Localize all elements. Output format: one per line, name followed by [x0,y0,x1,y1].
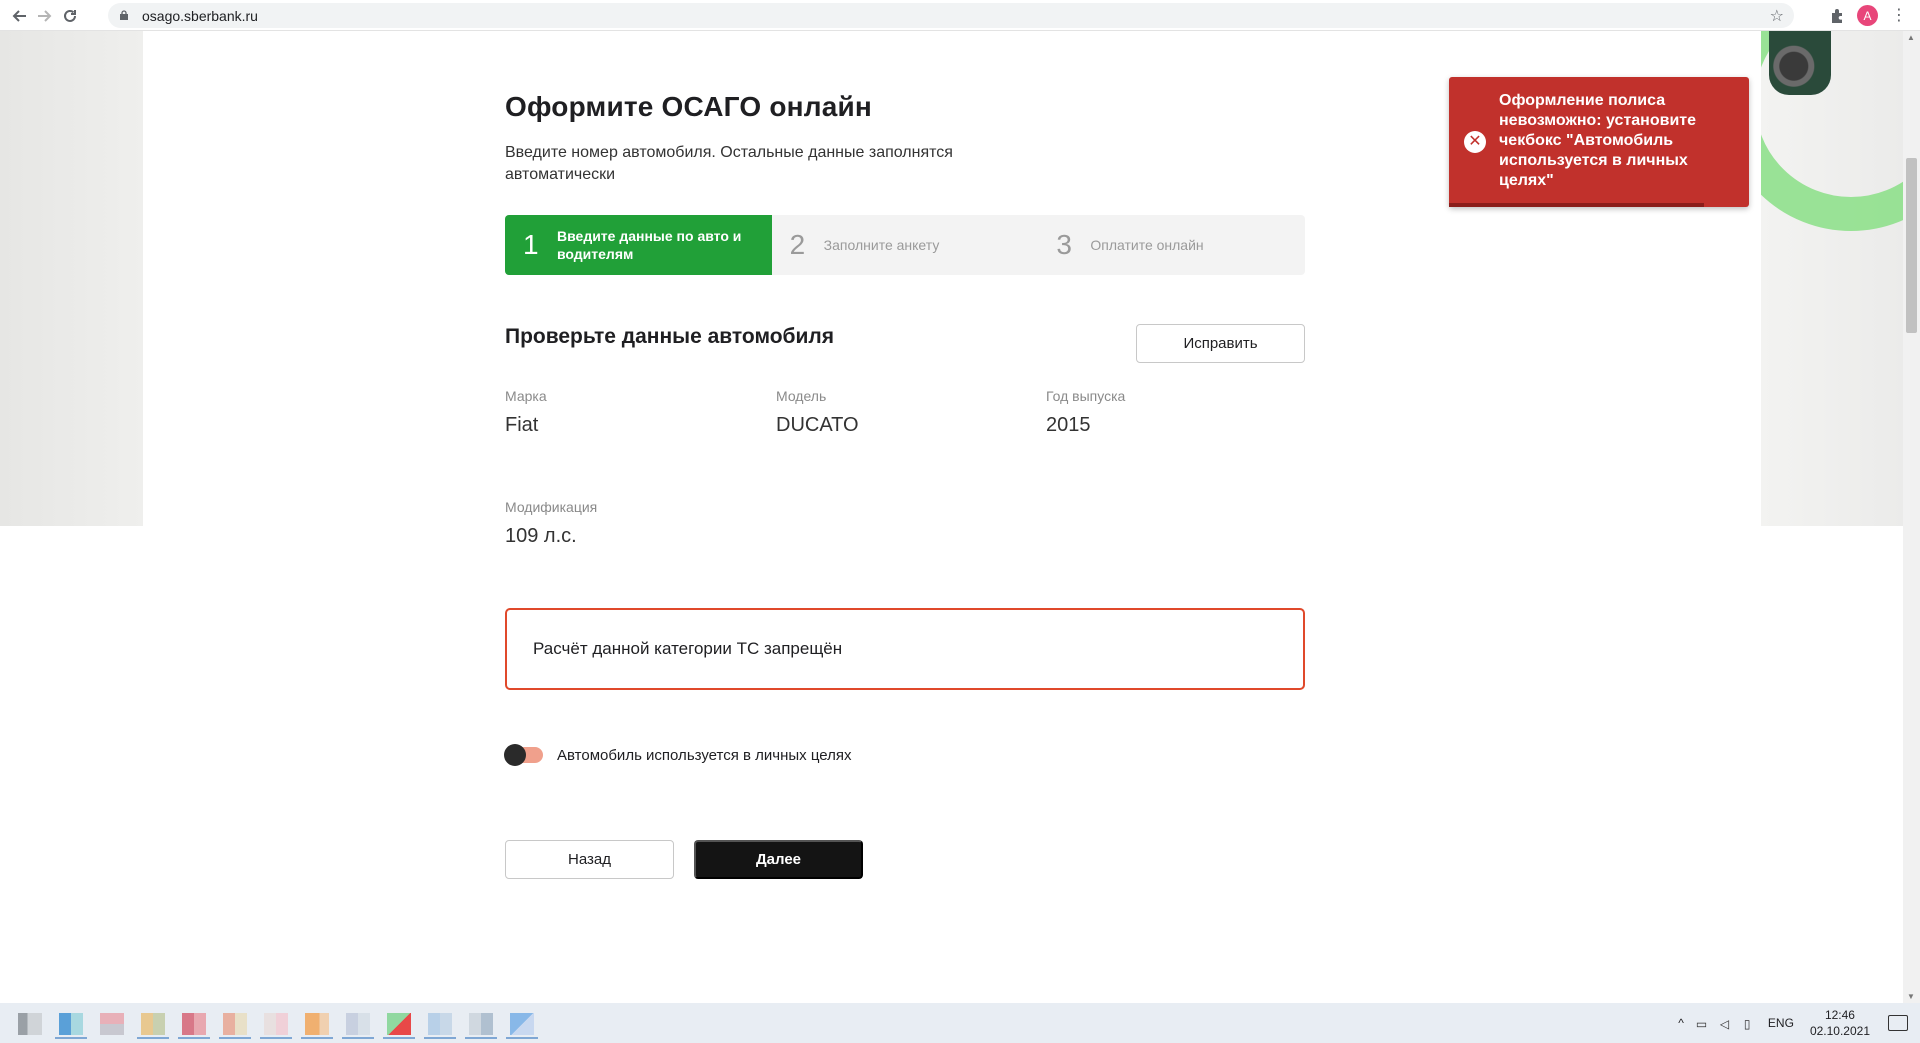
reload-icon[interactable] [58,4,82,28]
step-2-label: Заполните анкету [823,237,940,253]
system-tray: ^ ▭ ◁ ▯ ENG 12:46 02.10.2021 [1678,1003,1920,1043]
page-title: Оформите ОСАГО онлайн [505,91,873,122]
taskbar-app[interactable] [256,1007,296,1039]
modification-field: Модификация 109 л.с. [505,499,597,548]
toast-message: Оформление полиса невозможно: установите… [1499,92,1697,189]
taskbar-app[interactable] [338,1007,378,1039]
personal-use-row: Автомобиль используется в личных целях [504,743,851,767]
page-viewport: Оформите ОСАГО онлайн Введите номер авто… [0,31,1903,1003]
address-bar[interactable]: osago.sberbank.ru ☆ [108,3,1794,28]
taskbar-apps [10,1007,543,1039]
step-1: 1 Введите данные по авто и водителям [505,215,772,275]
progress-steps: 1 Введите данные по авто и водителям 2 З… [505,215,1305,275]
year-label: Год выпуска [1046,388,1126,404]
next-button[interactable]: Далее [694,840,863,879]
back-button[interactable]: Назад [505,840,674,879]
taskbar-app[interactable] [502,1007,542,1039]
url-text: osago.sberbank.ru [142,8,258,24]
clock[interactable]: 12:46 02.10.2021 [1810,1007,1870,1039]
clock-date: 02.10.2021 [1809,1024,1870,1038]
network-icon[interactable]: ▭ [1696,1017,1710,1031]
step-3-number: 3 [1056,229,1072,260]
scroll-up-arrow-icon[interactable]: ▲ [1907,33,1915,42]
year-field: Год выпуска 2015 [1046,388,1125,437]
background-left [0,31,143,526]
modification-label: Модификация [505,499,598,515]
taskbar-app[interactable] [51,1007,91,1039]
taskbar-app[interactable] [461,1007,501,1039]
step-2: 2 Заполните анкету [772,215,1039,275]
page-subtitle: Введите номер автомобиля. Остальные данн… [505,144,953,183]
taskbar-app[interactable] [92,1007,132,1039]
brand-value: Fiat [505,414,539,436]
car-image [1769,31,1831,95]
forward-arrow-icon[interactable] [32,4,56,28]
back-arrow-icon[interactable] [8,4,32,28]
error-toast[interactable]: ✕ Оформление полиса невозможно: установи… [1449,77,1749,207]
background-right-promo [1761,31,1903,526]
profile-avatar[interactable]: A [1857,5,1878,26]
taskbar-app[interactable] [420,1007,460,1039]
toast-progress-bar [1449,203,1704,207]
language-indicator[interactable]: ENG [1768,1016,1794,1030]
taskbar-app[interactable] [133,1007,173,1039]
taskbar-app[interactable] [215,1007,255,1039]
error-message-box: Расчёт данной категории ТС запрещён [505,608,1305,690]
tray-chevron-icon[interactable]: ^ [1678,1016,1684,1030]
edit-button[interactable]: Исправить [1136,324,1305,363]
step-1-label: Введите данные по авто и водителям [557,228,742,262]
battery-icon[interactable]: ▯ [1744,1017,1758,1031]
model-field: Модель DUCATO [776,388,859,437]
bookmark-star-icon[interactable]: ☆ [1770,6,1784,26]
page-scrollbar[interactable]: ▲ ▼ [1903,31,1920,1003]
step-3: 3 Оплатите онлайн [1038,215,1305,275]
year-value: 2015 [1046,414,1091,436]
personal-use-label[interactable]: Автомобиль используется в личных целях [557,747,851,764]
brand-label: Марка [505,388,547,404]
scrollbar-thumb[interactable] [1906,158,1917,333]
taskbar-app[interactable] [10,1007,50,1039]
personal-use-toggle[interactable] [504,744,543,766]
clock-time: 12:46 [1824,1008,1855,1022]
windows-taskbar: ^ ▭ ◁ ▯ ENG 12:46 02.10.2021 [0,1003,1920,1043]
extensions-puzzle-icon[interactable] [1826,4,1850,28]
step-2-number: 2 [789,229,806,260]
brand-field: Марка Fiat [505,388,547,437]
browser-toolbar: osago.sberbank.ru ☆ A ⋮ [0,0,1920,31]
toggle-knob [504,744,526,766]
taskbar-app[interactable] [297,1007,337,1039]
model-value: DUCATO [776,414,859,436]
browser-menu-icon[interactable]: ⋮ [1891,5,1907,27]
volume-icon[interactable]: ◁ [1720,1017,1734,1031]
section-title: Проверьте данные автомобиля [505,325,835,348]
step-1-number: 1 [523,229,539,260]
modification-value: 109 л.с. [505,525,577,547]
lock-icon [120,10,128,20]
taskbar-app[interactable] [174,1007,214,1039]
taskbar-app[interactable] [379,1007,419,1039]
model-label: Модель [776,388,827,404]
step-3-label: Оплатите онлайн [1090,237,1204,253]
error-x-icon: ✕ [1464,131,1486,153]
scroll-down-arrow-icon[interactable]: ▼ [1907,992,1915,1001]
notifications-icon[interactable] [1888,1015,1908,1031]
